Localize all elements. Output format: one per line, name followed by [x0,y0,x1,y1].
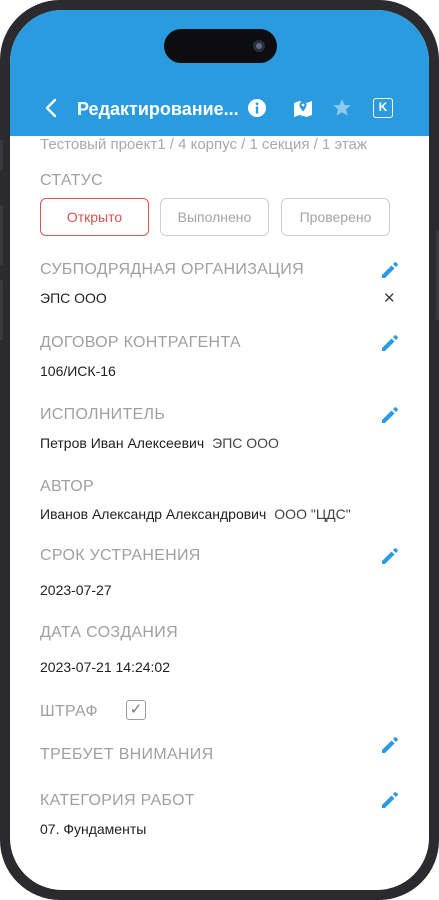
work-category-value: 07. Фундаменты [40,821,147,837]
app-header: Редактирование... K [10,10,429,136]
penalty-checkbox[interactable]: ✓ [126,700,146,720]
created-label: ДАТА СОЗДАНИЯ [40,624,178,641]
phone-frame: Редактирование... K Тестовый проект1 / 4… [0,0,439,900]
executor-value: Петров Иван Алексеевич ЭПС ООО [40,435,279,451]
side-button [0,140,3,170]
camera-icon [253,40,265,52]
page-title: Редактирование... [77,99,239,119]
clear-subcontractor-icon[interactable]: ✕ [383,289,396,307]
edit-contract-icon[interactable] [380,333,400,353]
author-value: Иванов Александр Александрович ООО "ЦДС" [40,506,351,522]
star-icon[interactable] [332,98,352,118]
k-badge-label: K [378,100,388,114]
back-chevron-icon[interactable] [40,96,62,120]
status-label: СТАТУС [40,172,103,189]
edit-subcontractor-icon[interactable] [380,260,400,280]
author-name: Иванов Александр Александрович [40,506,267,522]
status-open-button[interactable]: Открыто [40,198,149,236]
status-verified-button[interactable]: Проверено [281,198,390,236]
status-done-button[interactable]: Выполнено [160,198,269,236]
executor-name: Петров Иван Алексеевич [40,435,205,451]
author-label: АВТОР [40,478,94,495]
screen: Редактирование... K Тестовый проект1 / 4… [10,10,429,890]
edit-work-category-icon[interactable] [380,790,400,810]
checkmark-icon: ✓ [129,701,143,718]
attention-label: ТРЕБУЕТ ВНИМАНИЯ [40,746,214,763]
work-category-label: КАТЕГОРИЯ РАБОТ [40,792,195,809]
dynamic-island [164,29,277,63]
edit-executor-icon[interactable] [380,405,400,425]
breadcrumb: Тестовый проект1 / 4 корпус / 1 секция /… [40,136,367,153]
penalty-label: ШТРАФ [40,703,98,720]
executor-label: ИСПОЛНИТЕЛЬ [40,406,166,423]
info-icon[interactable] [247,98,267,118]
subcontractor-value: ЭПС ООО [40,290,107,306]
subcontractor-label: СУБПОДРЯДНАЯ ОРГАНИЗАЦИЯ [40,261,304,278]
contract-label: ДОГОВОР КОНТРАГЕНТА [40,334,241,351]
volume-down-button [0,280,3,340]
map-icon[interactable] [293,98,313,118]
author-org: ООО "ЦДС" [274,506,351,522]
deadline-label: СРОК УСТРАНЕНИЯ [40,547,201,564]
deadline-value: 2023-07-27 [40,582,112,598]
executor-org: ЭПС ООО [212,435,279,451]
created-value: 2023-07-21 14:24:02 [40,659,170,675]
edit-attention-icon[interactable] [380,735,400,755]
volume-up-button [0,205,3,265]
contract-value: 106/ИСК-16 [40,363,116,379]
edit-deadline-icon[interactable] [380,546,400,566]
k-badge-icon[interactable]: K [373,98,393,118]
